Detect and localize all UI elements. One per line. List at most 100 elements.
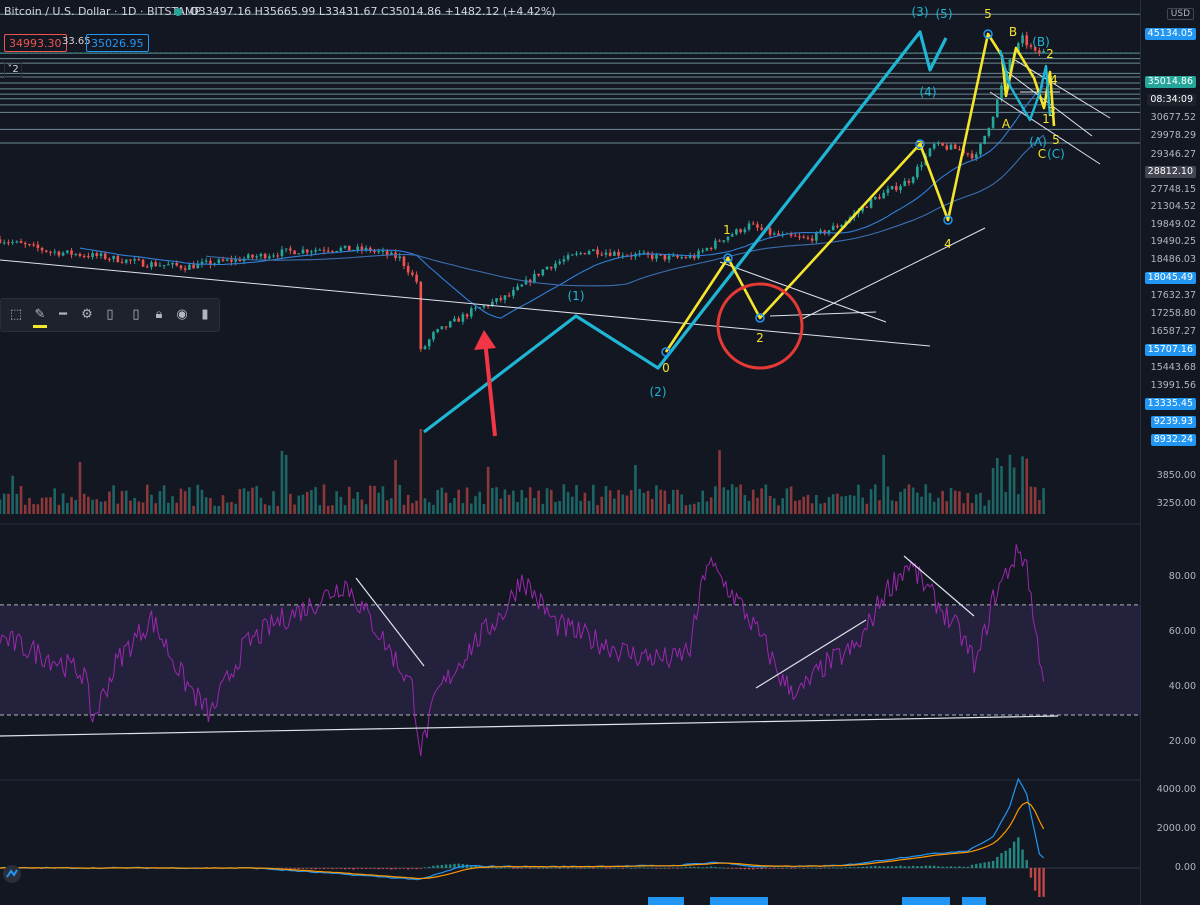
candle-body	[886, 189, 890, 193]
candle-body	[928, 148, 932, 157]
candle-body	[520, 284, 524, 287]
select-tool-icon[interactable]: ⬚	[5, 305, 27, 325]
trash-icon[interactable]: ▮	[197, 305, 213, 325]
volume-bar	[655, 485, 658, 514]
volume-bar	[314, 487, 317, 514]
macd-histogram-bar	[537, 867, 540, 869]
chart-canvas[interactable]: (1)(2)(3)(4)(5)(B)(A)(C)012345BAC24135	[0, 0, 1140, 905]
lock-icon[interactable]: 🔒︎	[151, 305, 167, 325]
volume-bar	[474, 496, 477, 514]
time-marker	[710, 897, 768, 905]
ask-price[interactable]: 35026.95	[86, 34, 149, 52]
visibility-icon[interactable]: ◉	[173, 305, 191, 325]
macd-histogram-bar	[823, 867, 826, 869]
volume-bar	[962, 503, 965, 514]
volume-bar	[61, 493, 65, 514]
macd-histogram-bar	[941, 866, 944, 868]
candle-body	[255, 256, 258, 258]
candle-body	[419, 281, 423, 350]
time-axis[interactable]	[0, 897, 1140, 905]
volume-bar	[432, 504, 435, 514]
candle-body	[360, 246, 364, 251]
rsi-tick-label: 60.00	[1168, 626, 1196, 638]
macd-histogram-bar	[895, 866, 898, 868]
volume-bar	[192, 505, 195, 514]
macd-histogram-bar	[1017, 837, 1020, 868]
clone-icon[interactable]: ▯	[125, 305, 147, 325]
volume-bar	[806, 494, 810, 514]
candle-body	[457, 318, 460, 322]
volume-bar	[852, 495, 856, 514]
bid-price[interactable]: 34993.30	[4, 34, 67, 52]
volume-bar	[920, 496, 923, 514]
candle-body	[230, 259, 233, 262]
candle-body	[697, 250, 700, 259]
candle-body	[533, 273, 536, 283]
candle-body	[453, 318, 456, 322]
candle-body	[91, 253, 94, 258]
market-status-dot	[174, 8, 182, 16]
candle-body	[949, 144, 953, 150]
volume-bar	[949, 487, 953, 514]
line-style-icon[interactable]: ━	[51, 305, 75, 325]
macd-histogram-bar	[667, 867, 671, 869]
candle-body	[175, 262, 179, 266]
candle-body	[49, 251, 52, 253]
volume-bar	[646, 490, 650, 514]
time-marker	[902, 897, 950, 905]
volume-bar	[987, 500, 991, 514]
volume-bar	[251, 487, 254, 514]
volume-bar	[566, 492, 570, 514]
wave-label-blue: (1)	[568, 289, 585, 303]
candle-body	[221, 259, 225, 261]
volume-bar	[937, 497, 940, 514]
gear-icon[interactable]: ⚙	[77, 305, 97, 325]
volume-bar	[587, 500, 591, 514]
volume-bar	[188, 487, 191, 514]
volume-bar	[352, 498, 355, 514]
volume-bar	[524, 497, 528, 514]
macd-histogram-bar	[798, 867, 801, 869]
candle-body	[676, 255, 679, 258]
candle-body	[339, 247, 343, 252]
macd-histogram-bar	[752, 867, 755, 870]
macd-histogram-bar	[916, 866, 919, 868]
candle-body	[411, 272, 414, 275]
template-icon[interactable]: ▯	[99, 305, 121, 325]
volume-bar	[44, 497, 48, 514]
macd-histogram-bar	[310, 867, 313, 870]
currency-label[interactable]: USD	[1166, 8, 1194, 20]
volume-bar	[263, 504, 267, 514]
candle-body	[937, 142, 940, 144]
macd-histogram-bar	[773, 867, 776, 869]
volume-bar	[377, 492, 381, 514]
volume-bar	[411, 503, 414, 514]
brush-icon[interactable]: ✎	[29, 305, 51, 328]
macd-histogram-bar	[840, 867, 843, 869]
macd-histogram-bar	[449, 864, 452, 868]
candle-body	[895, 186, 898, 191]
candle-body	[899, 186, 902, 191]
indicator-collapse-toggle[interactable]: ˅2	[4, 62, 22, 78]
macd-histogram-bar	[996, 856, 999, 868]
volume-bar	[238, 489, 242, 514]
candle-body	[145, 266, 149, 268]
volume-bar	[95, 499, 99, 514]
volume-bar	[1038, 499, 1041, 514]
macd-histogram-bar	[663, 867, 667, 869]
volume-bar	[549, 489, 553, 514]
price-tick-label: 29978.29	[1150, 130, 1196, 141]
macd-histogram-bar	[432, 865, 435, 868]
symbol-title[interactable]: Bitcoin / U.S. Dollar · 1D · BITSTAMP	[4, 0, 201, 24]
volume-bar	[848, 495, 852, 514]
macd-histogram-bar	[709, 866, 713, 868]
macd-histogram-bar	[507, 867, 511, 869]
volume-bar	[739, 484, 742, 514]
volume-bar	[667, 503, 671, 514]
volume-bar	[440, 487, 444, 514]
candle-body	[423, 346, 427, 350]
candle-body	[575, 253, 578, 255]
macd-histogram-bar	[499, 867, 502, 869]
price-axis[interactable]: USD 45134.05 35014.86 08:34:09 30677.52 2997…	[1140, 0, 1200, 905]
volume-bar	[756, 497, 759, 514]
